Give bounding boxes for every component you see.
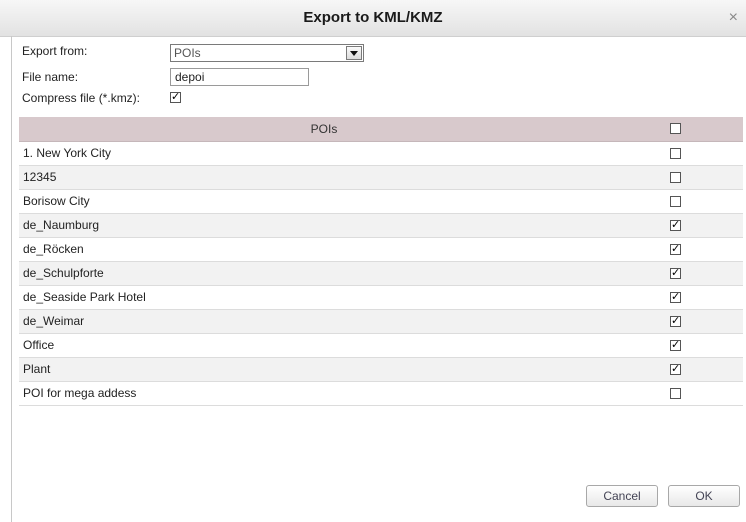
poi-name: de_Seaside Park Hotel	[23, 290, 146, 304]
export-from-value: POIs	[174, 46, 201, 60]
ok-button[interactable]: OK	[668, 485, 740, 507]
header-pois: POIs	[310, 122, 338, 136]
close-icon[interactable]: ×	[729, 9, 738, 27]
compress-checkbox[interactable]	[170, 90, 181, 103]
poi-checkbox[interactable]	[670, 388, 681, 399]
select-all-checkbox[interactable]	[670, 123, 681, 134]
export-from-label: Export from:	[22, 44, 88, 58]
poi-checkbox[interactable]	[670, 242, 681, 255]
file-name-input[interactable]	[170, 68, 309, 86]
dialog-titlebar: Export to KML/KMZ ×	[0, 0, 746, 37]
table-rows: 1. New York City 12345 Borisow City de_Naum…	[19, 142, 743, 406]
table-row[interactable]: de_Naumburg	[19, 214, 743, 238]
table-row[interactable]: Office	[19, 334, 743, 358]
table-row[interactable]: 12345	[19, 166, 743, 190]
file-name-label: File name:	[22, 70, 79, 84]
poi-name: Borisow City	[23, 194, 90, 208]
table-header: POIs	[19, 117, 743, 142]
table-row[interactable]: POI for mega addess	[19, 382, 743, 406]
poi-name: de_Röcken	[23, 242, 84, 256]
poi-checkbox[interactable]	[670, 266, 681, 279]
chevron-down-icon[interactable]	[346, 46, 362, 60]
poi-checkbox[interactable]	[670, 196, 681, 207]
poi-name: de_Naumburg	[23, 218, 100, 232]
poi-checkbox[interactable]	[670, 148, 681, 159]
poi-name: 12345	[23, 170, 57, 184]
poi-name: de_Weimar	[23, 314, 85, 328]
table-row[interactable]: 1. New York City	[19, 142, 743, 166]
poi-checkbox[interactable]	[670, 218, 681, 231]
table-row[interactable]: de_Weimar	[19, 310, 743, 334]
poi-name: Office	[23, 338, 55, 352]
poi-checkbox[interactable]	[670, 290, 681, 303]
export-from-select[interactable]: POIs	[170, 44, 364, 62]
table-row[interactable]: de_Röcken	[19, 238, 743, 262]
cancel-button[interactable]: Cancel	[586, 485, 658, 507]
poi-name: POI for mega addess	[23, 386, 137, 400]
poi-table: POIs 1. New York City 12345 Borisow City de…	[19, 117, 743, 406]
poi-checkbox[interactable]	[670, 362, 681, 375]
table-row[interactable]: de_Seaside Park Hotel	[19, 286, 743, 310]
dialog-body: Export from: POIs File name: Compress fi…	[11, 36, 745, 522]
compress-label: Compress file (*.kmz):	[22, 91, 141, 105]
poi-checkbox[interactable]	[670, 314, 681, 327]
dialog-title: Export to KML/KMZ	[303, 9, 443, 26]
table-row[interactable]: Plant	[19, 358, 743, 382]
poi-checkbox[interactable]	[670, 338, 681, 351]
poi-checkbox[interactable]	[670, 172, 681, 183]
poi-name: de_Schulpforte	[23, 266, 104, 280]
poi-name: 1. New York City	[23, 146, 112, 160]
table-row[interactable]: de_Schulpforte	[19, 262, 743, 286]
poi-name: Plant	[23, 362, 51, 376]
table-row[interactable]: Borisow City	[19, 190, 743, 214]
